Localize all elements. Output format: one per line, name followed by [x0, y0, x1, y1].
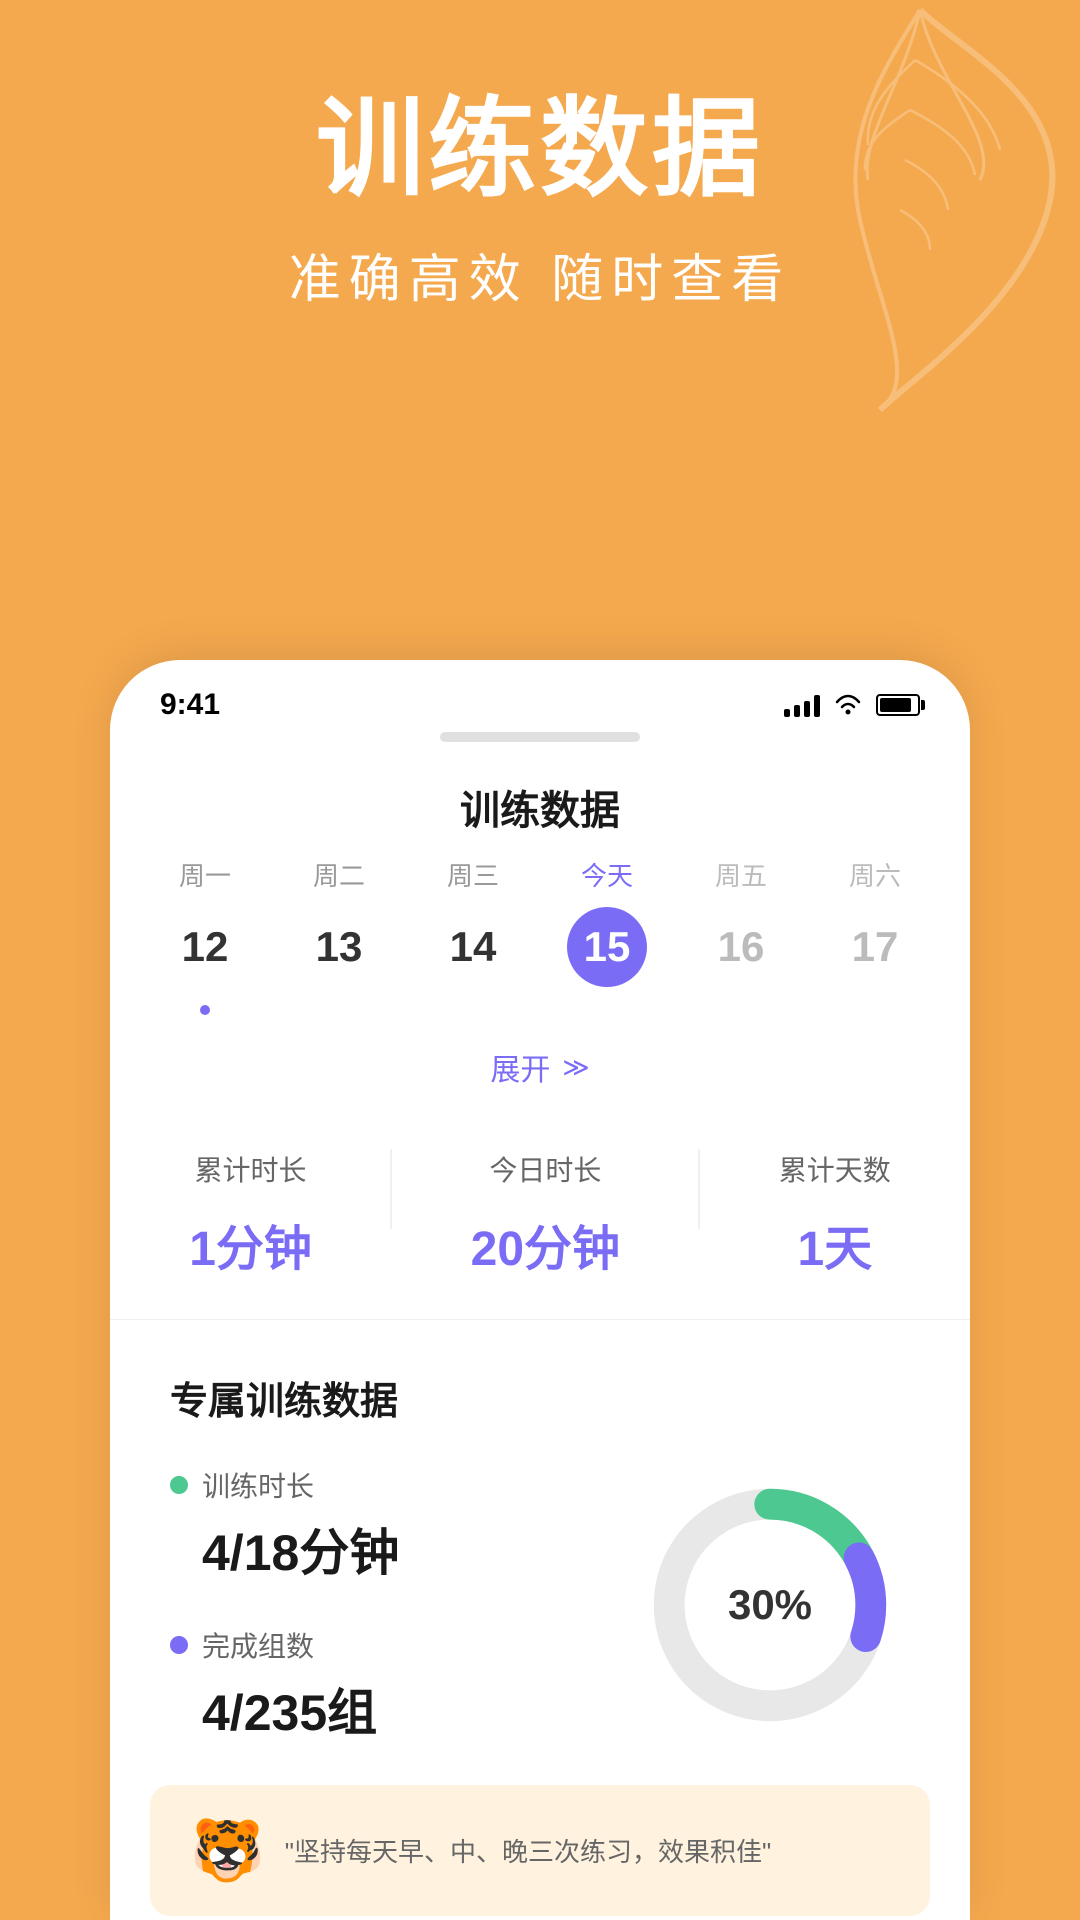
donut-chart: 30% [630, 1465, 910, 1745]
stat-cumulative-days: 累计天数 1天 [779, 1149, 891, 1279]
status-icons [784, 693, 920, 717]
metric-dot-purple [170, 1636, 188, 1654]
day-item-sat[interactable]: 周六 17 [830, 856, 920, 987]
stats-row: 累计时长 1分钟 今日时长 20分钟 累计天数 1天 [110, 1089, 970, 1320]
metric-label-duration: 训练时长 [202, 1465, 314, 1505]
wifi-icon [834, 694, 862, 716]
day-item-fri[interactable]: 周五 16 [696, 856, 786, 987]
signal-icon [784, 693, 820, 717]
day-label-fri: 周五 [715, 856, 767, 893]
day-label-mon: 周一 [179, 856, 231, 893]
page-title: 训练数据 [110, 778, 970, 836]
expand-chevron-icon: ≫ [562, 1052, 589, 1083]
header-title: 训练数据 [0, 90, 1080, 209]
bottom-quote: 🐯 "坚持每天早、中、晚三次练习，效果积佳" [150, 1785, 930, 1916]
dynamic-island [110, 732, 970, 742]
day-item-tue[interactable]: 周二 13 [294, 856, 384, 987]
stat-value-cumulative: 1分钟 [189, 1209, 312, 1279]
expand-label: 展开 [490, 1045, 550, 1089]
mascot-icon: 🐯 [190, 1815, 265, 1886]
day-label-tue: 周二 [313, 856, 365, 893]
donut-center-label: 30% [728, 1581, 812, 1629]
day-number-today: 15 [567, 907, 647, 987]
battery-icon [876, 694, 920, 716]
metric-label-sets: 完成组数 [202, 1625, 314, 1665]
training-data-section: 训练时长 4/18分钟 完成组数 4/235组 [110, 1455, 970, 1755]
expand-button[interactable]: 展开 ≫ [160, 1045, 920, 1089]
day-number-tue: 13 [299, 907, 379, 987]
calendar-days: 周一 12 周二 13 周三 14 今天 15 周五 16 [160, 856, 920, 1015]
stat-value-days: 1天 [797, 1209, 872, 1279]
section-title-training: 专属训练数据 [110, 1320, 970, 1455]
metric-value-sets: 4/235组 [202, 1673, 399, 1745]
metric-duration: 训练时长 4/18分钟 [170, 1465, 399, 1585]
day-number-wed: 14 [433, 907, 513, 987]
phone-mockup: 9:41 训练数据 [110, 660, 970, 1920]
stat-label-days: 累计天数 [779, 1149, 891, 1189]
metric-value-duration: 4/18分钟 [202, 1513, 399, 1585]
day-item-wed[interactable]: 周三 14 [428, 856, 518, 987]
day-label-sat: 周六 [849, 856, 901, 893]
stat-divider-1 [390, 1149, 392, 1229]
day-label-today: 今天 [581, 856, 633, 893]
training-metrics: 训练时长 4/18分钟 完成组数 4/235组 [170, 1465, 399, 1745]
stat-label-cumulative: 累计时长 [195, 1149, 307, 1189]
metric-sets: 完成组数 4/235组 [170, 1625, 399, 1745]
day-item-mon[interactable]: 周一 12 [160, 856, 250, 1015]
day-number-fri: 16 [701, 907, 781, 987]
stat-today-duration: 今日时长 20分钟 [471, 1149, 620, 1279]
day-number-sat: 17 [835, 907, 915, 987]
status-bar: 9:41 [110, 660, 970, 722]
stat-value-today: 20分钟 [471, 1209, 620, 1279]
stat-label-today: 今日时长 [489, 1149, 601, 1189]
stat-divider-2 [698, 1149, 700, 1229]
day-dot-mon [200, 1005, 210, 1015]
quote-text: "坚持每天早、中、晚三次练习，效果积佳" [285, 1832, 890, 1869]
metric-dot-green [170, 1476, 188, 1494]
day-number-mon: 12 [165, 907, 245, 987]
header-subtitle: 准确高效 随时查看 [0, 237, 1080, 312]
day-item-today[interactable]: 今天 15 [562, 856, 652, 987]
day-label-wed: 周三 [447, 856, 499, 893]
calendar-strip: 周一 12 周二 13 周三 14 今天 15 周五 16 [110, 856, 970, 1089]
status-time: 9:41 [160, 688, 220, 722]
stat-cumulative-duration: 累计时长 1分钟 [189, 1149, 312, 1279]
header-area: 训练数据 准确高效 随时查看 [0, 0, 1080, 372]
